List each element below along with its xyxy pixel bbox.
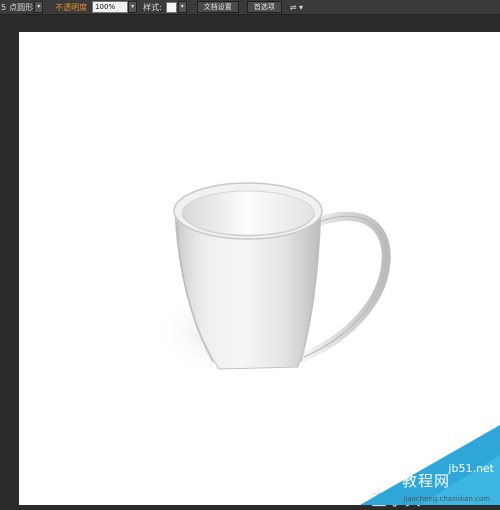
opacity-label[interactable]: 不透明度 (55, 1, 87, 13)
workspace: 查字典 jb51.net 教程网 jiaocheng.chazidian.com (0, 15, 500, 509)
watermark-corner: jb51.net 教程网 jiaocheng.chazidian.com (360, 425, 500, 505)
brush-dropdown-icon[interactable]: ▾ (34, 1, 44, 13)
style-label: 样式: (143, 2, 162, 12)
brush-definition-label[interactable]: 点圆形 (9, 1, 33, 13)
arrange-documents-icon[interactable]: ⇌ ▾ (290, 1, 303, 13)
opacity-input[interactable]: 100% (92, 1, 129, 13)
opacity-dropdown-icon[interactable]: ▾ (128, 1, 138, 13)
watermark-site: jb51.net (448, 462, 494, 475)
style-dropdown-icon[interactable]: ▾ (177, 1, 187, 13)
watermark-tutorial: 教程网 (401, 472, 450, 490)
artboard[interactable]: 查字典 jb51.net 教程网 jiaocheng.chazidian.com (19, 32, 500, 509)
control-toolbar: 5 点圆形 ▾ 不透明度 100% ▾ 样式: ▾ 文档设置 首选项 ⇌ ▾ (0, 0, 500, 15)
graphic-style-swatch[interactable] (165, 1, 177, 13)
watermark-subtitle: jiaocheng.chazidian.com (403, 495, 490, 503)
stroke-weight-value[interactable]: 5 (0, 1, 6, 13)
document-setup-button[interactable]: 文档设置 (196, 1, 239, 13)
preferences-button[interactable]: 首选项 (246, 1, 282, 13)
